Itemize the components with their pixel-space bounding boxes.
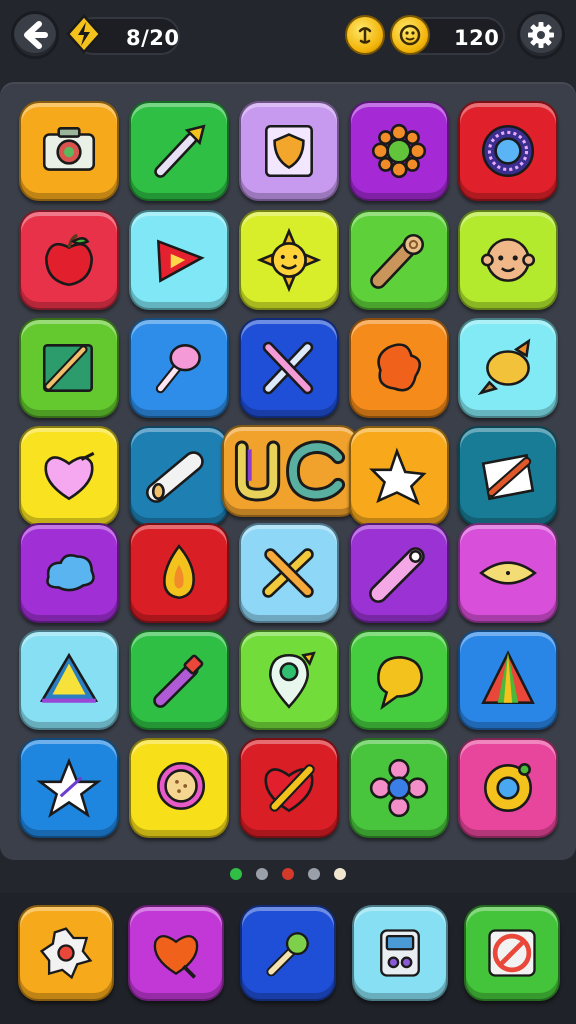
tile-pink-crayon[interactable] (349, 523, 449, 623)
canvas-brush-icon (42, 344, 93, 392)
tile-marker-pen[interactable] (129, 630, 229, 730)
tile-blue-cloud[interactable] (19, 523, 119, 623)
blue-cloud-icon (46, 554, 95, 592)
tile-star-frame[interactable] (19, 738, 119, 838)
map-pin-icon (268, 651, 316, 709)
tile-paint-blob[interactable] (349, 318, 449, 418)
heart-pencil-icon (264, 764, 315, 813)
flower-icon (369, 758, 429, 818)
stars-count: 8/20 (126, 26, 180, 50)
speech-bubble-icon (377, 656, 423, 711)
tile-flame[interactable] (129, 523, 229, 623)
tile-pencil-arrow[interactable] (129, 101, 229, 201)
rainbow-cone-icon (481, 650, 535, 704)
back-button[interactable] (11, 11, 59, 59)
dock-item-paint-heart[interactable] (128, 905, 224, 1001)
marker-pen-icon (153, 654, 204, 708)
tile-eye-shape[interactable] (458, 523, 558, 623)
page-indicator (230, 868, 346, 880)
tile-round-portal[interactable] (458, 101, 558, 201)
uc-letters-icon (234, 440, 346, 502)
log-roll-icon (370, 233, 425, 289)
donut-icon (484, 762, 532, 812)
coins-count: 120 (454, 26, 500, 50)
page-dot-3[interactable] (282, 868, 294, 880)
shield-card-icon (265, 124, 313, 178)
top-bar: 8/20 120 (0, 0, 576, 76)
tile-canvas-brush[interactable] (19, 318, 119, 418)
gear-icon (528, 22, 554, 48)
star-frame-icon (36, 757, 102, 818)
tile-rainbow-cone[interactable] (458, 630, 558, 730)
bottom-dock (0, 893, 576, 1024)
lightning-gem-icon (66, 14, 102, 54)
round-portal-icon (481, 124, 535, 178)
back-arrow-icon (24, 21, 48, 49)
tile-log-roll[interactable] (349, 210, 449, 310)
dock-item-no-edit[interactable] (464, 905, 560, 1001)
tile-scroll-roll[interactable] (129, 426, 229, 526)
cookie-bubble-icon (157, 761, 206, 810)
tent-pyramid-icon (39, 652, 99, 703)
flame-icon (163, 544, 195, 600)
tile-camera[interactable] (19, 101, 119, 201)
tile-play-triangle[interactable] (129, 210, 229, 310)
smiling-sun-icon (256, 227, 322, 293)
sun-flower-icon (371, 123, 427, 179)
tile-pen-paper[interactable] (458, 426, 558, 526)
apple-icon (45, 233, 93, 287)
shell-icon (477, 338, 531, 396)
baby-face-icon (480, 238, 536, 282)
tile-sun-flower[interactable] (349, 101, 449, 201)
tile-baby-face[interactable] (458, 210, 558, 310)
page-dot-2[interactable] (256, 868, 268, 880)
face-coin-icon[interactable] (390, 15, 430, 55)
pencil-arrow-icon (154, 124, 206, 178)
tile-uc-letters[interactable] (222, 425, 360, 517)
tile-map-pin[interactable] (239, 630, 339, 730)
tile-shell[interactable] (458, 318, 558, 418)
paint-blob-icon (377, 343, 422, 392)
play-triangle-icon (156, 239, 205, 283)
scroll-roll-icon (146, 451, 204, 503)
eye-shape-icon (479, 561, 537, 585)
tile-shield-card[interactable] (239, 101, 339, 201)
tile-crossed-pencils[interactable] (239, 523, 339, 623)
page-dot-4[interactable] (308, 868, 320, 880)
tile-cookie-bubble[interactable] (129, 738, 229, 838)
tile-lollipop[interactable] (129, 318, 229, 418)
page-dot-1[interactable] (230, 868, 242, 880)
settings-button[interactable] (517, 11, 565, 59)
heart-ribbon-icon (44, 451, 95, 501)
tile-flower[interactable] (349, 738, 449, 838)
tile-donut[interactable] (458, 738, 558, 838)
tile-apple[interactable] (19, 210, 119, 310)
tile-crossed-brushes[interactable] (239, 318, 339, 418)
dock-item-microphone[interactable] (240, 905, 336, 1001)
gear-flower-icon (39, 927, 93, 980)
pink-crayon-icon (369, 547, 425, 603)
tile-heart-pencil[interactable] (239, 738, 339, 838)
crossed-brushes-icon (262, 341, 314, 395)
dock-item-gear-flower[interactable] (18, 905, 114, 1001)
tile-smiling-sun[interactable] (239, 210, 339, 310)
dock-item-radio-device[interactable] (352, 905, 448, 1001)
page-dot-5[interactable] (334, 868, 346, 880)
crossed-pencils-icon (262, 548, 314, 598)
paint-heart-icon (153, 934, 199, 979)
radio-device-icon (380, 929, 420, 977)
tile-speech-bubble[interactable] (349, 630, 449, 730)
tile-heart-ribbon[interactable] (19, 426, 119, 526)
lollipop-icon (155, 344, 201, 394)
no-edit-icon (488, 929, 536, 977)
smile-coin-icon[interactable] (345, 15, 385, 55)
tile-tent-pyramid[interactable] (19, 630, 119, 730)
pen-paper-icon (481, 453, 535, 501)
camera-icon (42, 127, 96, 171)
tile-star-splash[interactable] (349, 426, 449, 526)
star-splash-icon (369, 447, 427, 506)
microphone-icon (266, 932, 309, 977)
